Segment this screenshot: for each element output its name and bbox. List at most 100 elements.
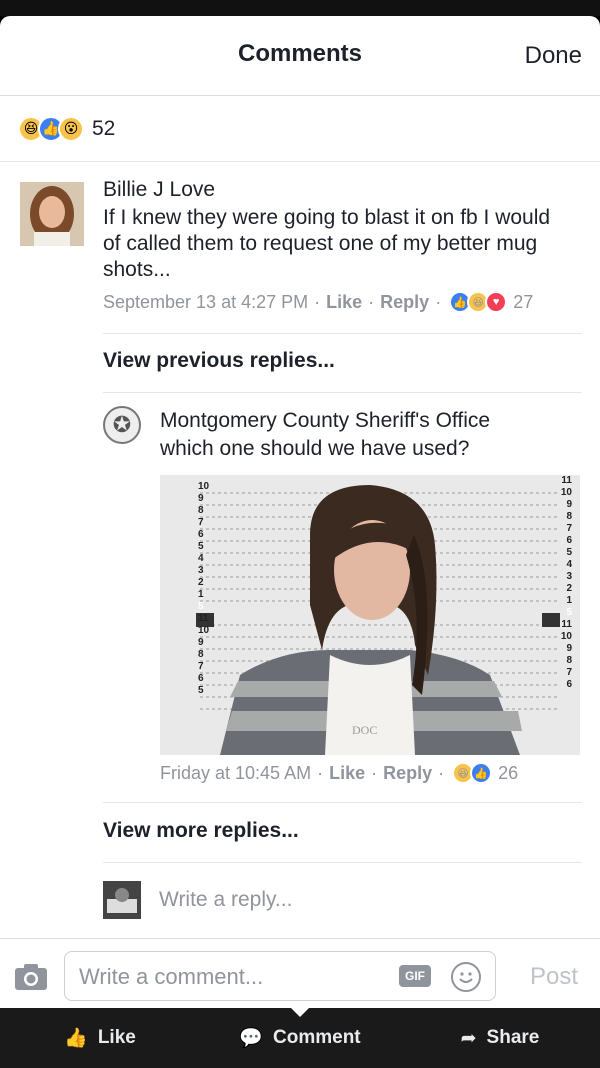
scale-tick: 3: [566, 571, 572, 582]
comment-button[interactable]: 💬 Comment: [200, 1008, 400, 1068]
scale-tick: 10: [560, 487, 572, 498]
scale-tick: 6: [198, 673, 204, 684]
view-more-replies-link[interactable]: View more replies...: [103, 819, 299, 843]
separator-dot: ·: [371, 762, 378, 783]
reply-reactions[interactable]: 😆 👍: [452, 762, 493, 784]
share-button[interactable]: ➦ Share: [400, 1008, 600, 1068]
scale-tick: 5: [198, 685, 204, 696]
separator-dot: ·: [314, 291, 321, 312]
scale-tick: 10: [198, 625, 210, 636]
comment-time: September 13 at 4:27 PM: [103, 291, 309, 312]
sheriff-seal-avatar[interactable]: ✪: [103, 406, 141, 444]
scale-tick: 8: [566, 655, 572, 666]
scale-tick: 3: [198, 565, 204, 576]
comment-bubble-icon: 💬: [239, 1028, 264, 1049]
comment-reactions[interactable]: 👍 😆 ♥: [449, 291, 508, 313]
scale-tick: 11: [198, 613, 209, 624]
gif-button[interactable]: GIF: [399, 965, 431, 987]
reply-body: Montgomery County Sheriff's Office which…: [160, 406, 580, 462]
scale-tick: 7: [566, 667, 572, 678]
reply-time: Friday at 10:45 AM: [160, 762, 312, 783]
scale-tick: 4: [198, 553, 204, 564]
reaction-stack: 😆 👍 😮: [18, 115, 84, 142]
scale-tick: 9: [566, 499, 572, 510]
comment-reaction-count: 27: [513, 291, 534, 312]
share-label: Share: [486, 1027, 540, 1048]
done-button[interactable]: Done: [525, 42, 582, 70]
header: Comments Done: [0, 16, 600, 96]
mugshot-photo[interactable]: 10 9 8 7 6 5 4 3 2 1 5 11 10 9 8 7 6 5 1…: [160, 475, 580, 755]
bottom-action-bar: 👍 Like 💬 Comment ➦ Share: [0, 1007, 600, 1068]
reply-input-row: Write a reply...: [103, 881, 292, 919]
comment-text: If I knew they were going to blast it on…: [103, 206, 551, 281]
comment-input-box[interactable]: Write a comment... GIF: [64, 951, 496, 1001]
scale-tick: 7: [566, 523, 572, 534]
scale-tick: 11: [561, 619, 572, 630]
post-reactions[interactable]: 😆 👍 😮 52: [0, 96, 600, 162]
avatar[interactable]: [20, 182, 84, 246]
page-title: Comments: [237, 40, 363, 67]
scale-tick: 2: [566, 583, 572, 594]
mugshot-scale-right: 11 10 9 8 7 6 5 4 3 2 1 5 11 10 9 8 7 6: [561, 475, 572, 691]
scale-tick: 9: [198, 637, 204, 648]
wow-icon: 😮: [58, 115, 84, 142]
like-button[interactable]: 👍 Like: [0, 1008, 200, 1068]
scale-tick: 10: [198, 481, 210, 492]
reply-text: which one should we have used?: [160, 437, 470, 460]
scale-tick: 6: [566, 535, 572, 546]
status-strip: [0, 0, 600, 16]
divider: [103, 333, 582, 334]
separator-dot: ·: [317, 762, 324, 783]
reply-link[interactable]: Reply: [380, 292, 429, 313]
scale-tick: 11: [561, 475, 572, 486]
comment-meta: September 13 at 4:27 PM · Like · Reply ·…: [103, 291, 563, 313]
reply-reaction-count: 26: [498, 762, 519, 783]
divider: [103, 802, 582, 803]
comment-composer: Write a comment... GIF Post: [0, 938, 600, 1008]
scale-tick: 5: [566, 607, 572, 618]
reaction-count: 52: [92, 116, 116, 140]
separator-dot: ·: [435, 291, 442, 312]
scale-tick: 7: [198, 661, 204, 672]
post-button[interactable]: Post: [530, 963, 578, 991]
scale-tick: 1: [566, 595, 572, 606]
divider: [103, 862, 582, 863]
scale-tick: 1: [198, 589, 204, 600]
divider: [103, 392, 582, 393]
reply-input[interactable]: Write a reply...: [159, 888, 292, 912]
active-indicator: [290, 1007, 310, 1017]
scale-tick: 5: [198, 601, 204, 612]
reply-meta: Friday at 10:45 AM · Like · Reply · 😆 👍 …: [160, 762, 518, 784]
comment-input[interactable]: Write a comment...: [79, 964, 263, 990]
scale-tick: 6: [566, 679, 572, 690]
scale-tick: 8: [198, 649, 204, 660]
comments-sheet: Comments Done 😆 👍 😮 52 Billie J Love If …: [0, 16, 600, 1008]
separator-dot: ·: [438, 762, 445, 783]
comment-body: Billie J Love If I knew they were going …: [103, 175, 563, 313]
view-previous-replies-link[interactable]: View previous replies...: [103, 349, 335, 373]
scale-tick: 8: [198, 505, 204, 516]
scale-tick: 2: [198, 577, 204, 588]
like-link[interactable]: Like: [326, 292, 362, 313]
scale-tick: 9: [198, 493, 204, 504]
like-link[interactable]: Like: [329, 763, 365, 784]
scale-tick: 7: [198, 517, 204, 528]
separator-dot: ·: [368, 291, 375, 312]
comment-author[interactable]: Billie J Love: [103, 175, 563, 205]
share-arrow-icon: ➦: [460, 1027, 477, 1049]
scale-tick: 10: [560, 631, 572, 642]
camera-icon[interactable]: [14, 963, 48, 991]
scale-tick: 5: [566, 547, 572, 558]
thumbs-up-icon: 👍: [64, 1028, 88, 1049]
scale-tick: 8: [566, 511, 572, 522]
love-icon: ♥: [485, 291, 508, 313]
current-user-avatar: [103, 881, 141, 919]
comment-label: Comment: [273, 1027, 361, 1048]
emoji-icon[interactable]: [451, 962, 481, 992]
like-label: Like: [97, 1027, 136, 1048]
mugshot-scale-left: 10 9 8 7 6 5 4 3 2 1 5 11 10 9 8 7 6 5: [198, 481, 209, 697]
shirt-text: DOC: [352, 723, 378, 737]
scale-tick: 5: [198, 541, 204, 552]
reply-author[interactable]: Montgomery County Sheriff's Office: [160, 406, 580, 436]
reply-link[interactable]: Reply: [383, 763, 432, 784]
